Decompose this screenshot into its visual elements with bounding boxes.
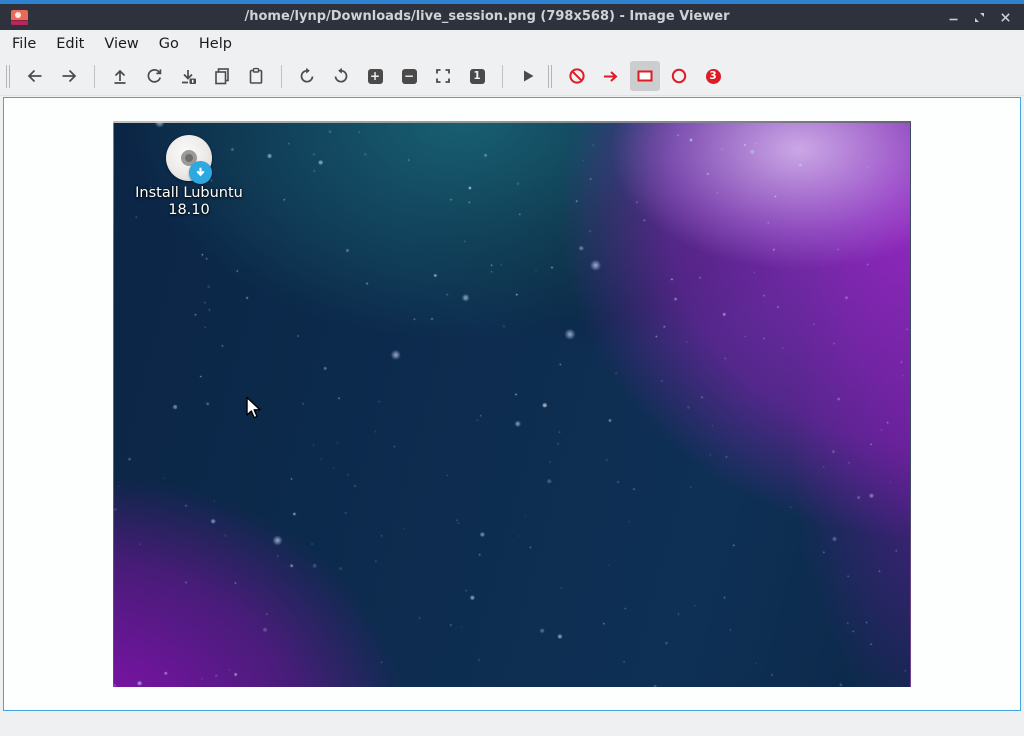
toolbar-separator	[281, 65, 282, 88]
annotation-number-button[interactable]: 3	[698, 61, 728, 91]
play-icon	[518, 66, 538, 86]
menu-view[interactable]: View	[94, 33, 148, 55]
app-icon	[11, 10, 28, 25]
zoom-fit-button[interactable]	[428, 61, 458, 91]
zoom-out-icon: −	[402, 69, 417, 84]
disc-hole-center	[185, 154, 193, 162]
red-circle-icon	[669, 66, 689, 86]
zoom-in-icon: +	[368, 69, 383, 84]
annotation-arrow-button[interactable]	[596, 61, 626, 91]
image-viewport[interactable]: Install Lubuntu 18.10	[3, 97, 1021, 711]
rotate-clockwise-button[interactable]	[292, 61, 322, 91]
previous-button[interactable]	[20, 61, 50, 91]
restore-button[interactable]	[972, 10, 986, 24]
save-download-icon	[178, 66, 198, 86]
next-button[interactable]	[54, 61, 84, 91]
menu-file[interactable]: File	[2, 33, 46, 55]
slideshow-play-button[interactable]	[513, 61, 543, 91]
annotation-none-button[interactable]	[562, 61, 592, 91]
restore-icon	[973, 11, 986, 24]
screenshot-top-edge	[113, 121, 911, 123]
close-button[interactable]	[998, 10, 1012, 24]
paste-clipboard-icon	[246, 66, 266, 86]
toolbar-separator	[94, 65, 95, 88]
zoom-in-button[interactable]: +	[360, 61, 390, 91]
rotate-counterclockwise-icon	[331, 66, 351, 86]
mouse-cursor	[245, 396, 262, 420]
rotate-counterclockwise-button[interactable]	[326, 61, 356, 91]
toolbar-separator	[502, 65, 503, 88]
zoom-original-glyph: 1	[473, 71, 480, 82]
copy-icon	[212, 66, 232, 86]
toolbar: + − 1 3	[0, 57, 1024, 96]
menu-edit[interactable]: Edit	[46, 33, 94, 55]
reload-icon	[144, 66, 164, 86]
desktop-icon-label-line1: Install Lubuntu	[123, 185, 255, 202]
arrow-right-icon	[59, 66, 79, 86]
viewed-image[interactable]: Install Lubuntu 18.10	[113, 121, 911, 687]
zoom-in-glyph: +	[370, 70, 380, 82]
go-up-button[interactable]	[105, 61, 135, 91]
annotation-rectangle-button[interactable]	[630, 61, 660, 91]
app-icon-stripe	[11, 20, 28, 25]
titlebar[interactable]: /home/lynp/Downloads/live_session.png (7…	[0, 4, 1024, 30]
red-rectangle-icon	[635, 66, 655, 86]
number-badge-value: 3	[709, 71, 716, 82]
window-controls	[946, 10, 1012, 24]
minimize-icon	[947, 11, 960, 24]
fit-screen-icon	[433, 66, 453, 86]
zoom-original-button[interactable]: 1	[462, 61, 492, 91]
copy-button[interactable]	[207, 61, 237, 91]
desktop-icon-label: Install Lubuntu 18.10	[123, 185, 255, 218]
number-badge-icon: 3	[706, 69, 721, 84]
zoom-out-button[interactable]: −	[394, 61, 424, 91]
menu-go[interactable]: Go	[149, 33, 189, 55]
minimize-button[interactable]	[946, 10, 960, 24]
close-icon	[999, 11, 1012, 24]
paste-button[interactable]	[241, 61, 271, 91]
arrow-left-icon	[25, 66, 45, 86]
annotation-toolbar-drag-handle[interactable]	[548, 65, 552, 88]
download-arrow-icon	[193, 165, 208, 180]
download-badge-icon	[189, 161, 212, 184]
install-lubuntu-desktop-icon: Install Lubuntu 18.10	[123, 135, 255, 218]
save-button[interactable]	[173, 61, 203, 91]
desktop-icon-label-line2: 18.10	[123, 202, 255, 219]
reload-button[interactable]	[139, 61, 169, 91]
upload-arrow-icon	[110, 66, 130, 86]
app-icon-sun	[15, 12, 21, 18]
window-title: /home/lynp/Downloads/live_session.png (7…	[40, 4, 934, 30]
zoom-out-glyph: −	[404, 70, 414, 82]
menu-help[interactable]: Help	[189, 33, 242, 55]
annotation-circle-button[interactable]	[664, 61, 694, 91]
zoom-original-icon: 1	[470, 69, 485, 84]
no-symbol-icon	[567, 66, 587, 86]
menubar: File Edit View Go Help	[0, 30, 1024, 57]
rotate-clockwise-icon	[297, 66, 317, 86]
toolbar-drag-handle[interactable]	[6, 65, 10, 88]
red-arrow-icon	[601, 66, 621, 86]
